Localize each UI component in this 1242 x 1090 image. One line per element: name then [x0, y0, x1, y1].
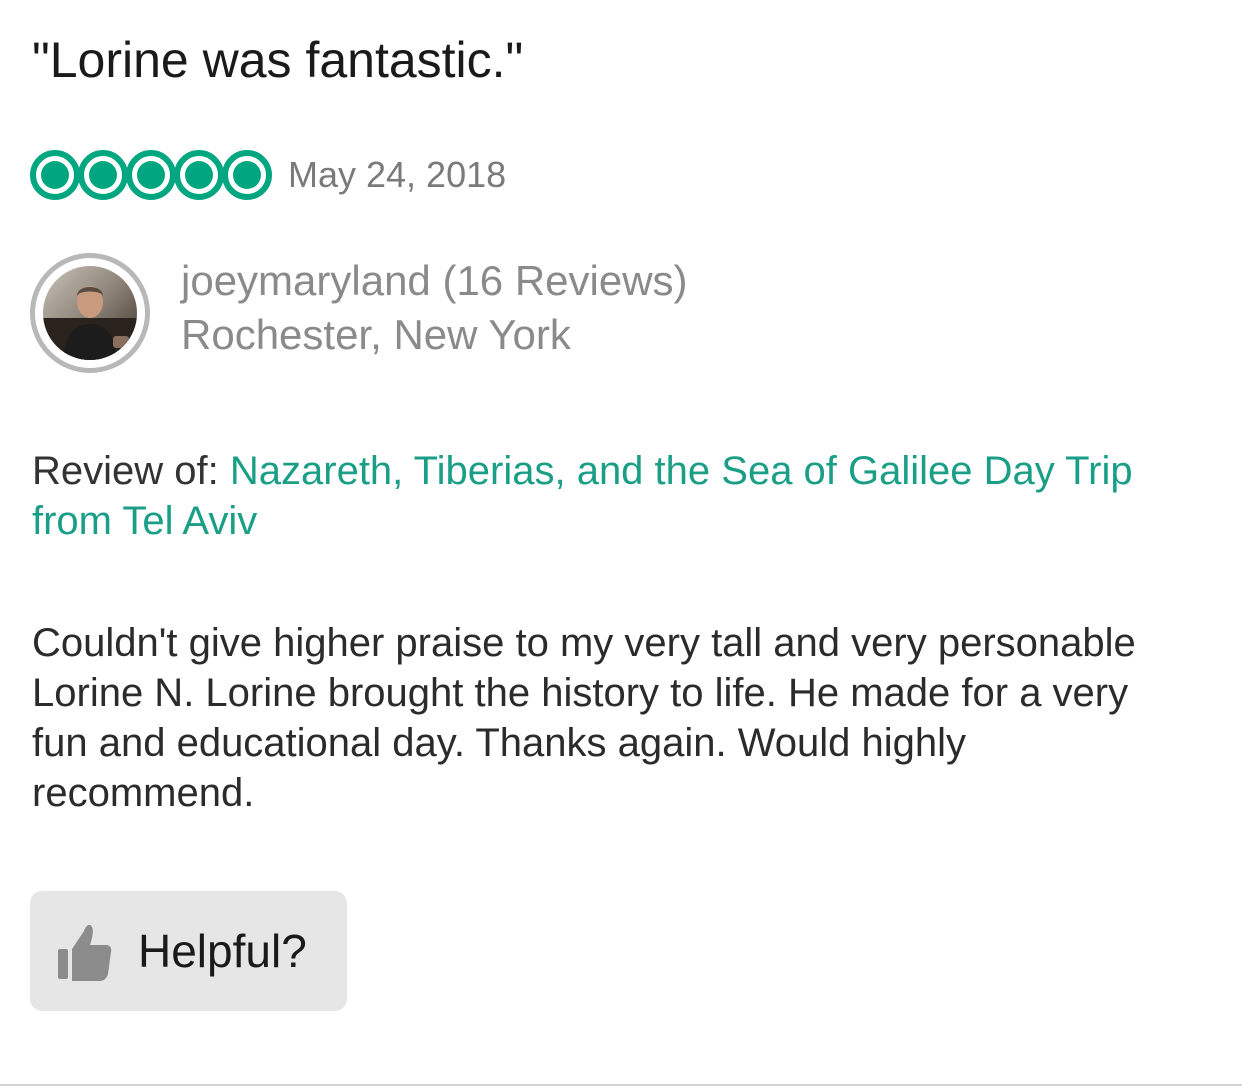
reviewer-info: joeymaryland (16 Reviews) Rochester, New…: [181, 254, 688, 362]
rating-bubble-icon: [78, 150, 128, 200]
thumbs-up-icon: [58, 924, 112, 981]
avatar-photo: [43, 266, 137, 360]
helpful-label: Helpful?: [138, 925, 307, 977]
review-of-label: Review of:: [32, 449, 219, 493]
review-of: Review of: Nazareth, Tiberias, and the S…: [32, 446, 1212, 546]
rating-bubble-icon: [126, 150, 176, 200]
reviewer-location: Rochester, New York: [181, 311, 571, 358]
rating-bubble-icon: [222, 150, 272, 200]
review-card: "Lorine was fantastic." May 24, 2018 joe…: [0, 0, 1242, 1090]
review-title: "Lorine was fantastic.": [32, 32, 524, 88]
rating-row: May 24, 2018: [30, 145, 506, 205]
review-body: Couldn't give higher praise to my very t…: [32, 621, 1136, 815]
helpful-button[interactable]: Helpful?: [30, 891, 347, 1011]
review-date: May 24, 2018: [288, 154, 507, 195]
bubble-rating: [30, 150, 272, 200]
divider: [0, 1084, 1242, 1086]
avatar[interactable]: [30, 253, 150, 373]
rating-bubble-icon: [174, 150, 224, 200]
reviewer-name[interactable]: joeymaryland (16 Reviews): [181, 254, 688, 308]
rating-bubble-icon: [30, 150, 80, 200]
